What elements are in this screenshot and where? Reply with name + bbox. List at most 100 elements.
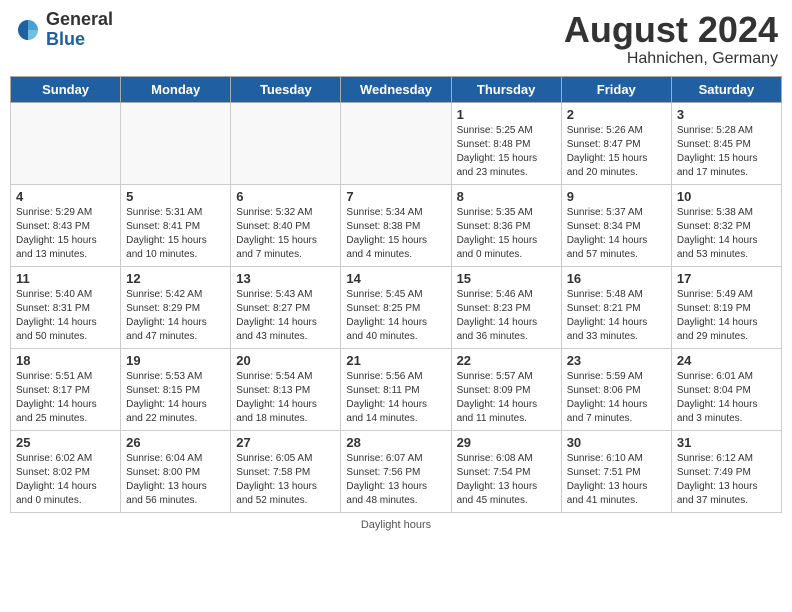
day-number: 25	[16, 435, 115, 450]
day-info: Sunrise: 5:53 AMSunset: 8:15 PMDaylight:…	[126, 370, 225, 426]
location: Hahnichen, Germany	[564, 50, 778, 68]
day-number: 22	[457, 353, 556, 368]
day-number: 23	[567, 353, 666, 368]
logo-blue: Blue	[46, 30, 113, 50]
title-block: August 2024 Hahnichen, Germany	[564, 10, 778, 68]
day-number: 20	[236, 353, 335, 368]
day-info: Sunrise: 5:40 AMSunset: 8:31 PMDaylight:…	[16, 288, 115, 344]
day-number: 19	[126, 353, 225, 368]
week-row-0: 1 Sunrise: 5:25 AMSunset: 8:48 PMDaylight…	[11, 102, 782, 184]
day-number: 3	[677, 107, 776, 122]
day-number: 26	[126, 435, 225, 450]
day-cell: 26 Sunrise: 6:04 AMSunset: 8:00 PMDayligh…	[121, 430, 231, 512]
col-header-tuesday: Tuesday	[231, 76, 341, 102]
day-info: Sunrise: 6:12 AMSunset: 7:49 PMDaylight:…	[677, 452, 776, 508]
week-row-1: 4 Sunrise: 5:29 AMSunset: 8:43 PMDaylight…	[11, 184, 782, 266]
day-info: Sunrise: 5:59 AMSunset: 8:06 PMDaylight:…	[567, 370, 666, 426]
day-cell	[11, 102, 121, 184]
day-number: 16	[567, 271, 666, 286]
day-info: Sunrise: 6:02 AMSunset: 8:02 PMDaylight:…	[16, 452, 115, 508]
day-info: Sunrise: 6:01 AMSunset: 8:04 PMDaylight:…	[677, 370, 776, 426]
day-cell: 22 Sunrise: 5:57 AMSunset: 8:09 PMDayligh…	[451, 348, 561, 430]
day-info: Sunrise: 5:42 AMSunset: 8:29 PMDaylight:…	[126, 288, 225, 344]
day-cell: 14Sunrise: 5:45 AMSunset: 8:25 PMDayligh…	[341, 266, 451, 348]
day-cell: 29Sunrise: 6:08 AMSunset: 7:54 PMDayligh…	[451, 430, 561, 512]
day-info: Sunrise: 5:28 AMSunset: 8:45 PMDaylight:…	[677, 124, 776, 180]
col-header-friday: Friday	[561, 76, 671, 102]
day-info: Sunrise: 5:45 AMSunset: 8:25 PMDaylight:…	[346, 288, 445, 344]
day-cell: 23 Sunrise: 5:59 AMSunset: 8:06 PMDayligh…	[561, 348, 671, 430]
day-number: 30	[567, 435, 666, 450]
day-number: 24	[677, 353, 776, 368]
day-number: 7	[346, 189, 445, 204]
day-cell: 3 Sunrise: 5:28 AMSunset: 8:45 PMDaylight…	[671, 102, 781, 184]
day-number: 9	[567, 189, 666, 204]
day-cell: 4 Sunrise: 5:29 AMSunset: 8:43 PMDaylight…	[11, 184, 121, 266]
calendar-table: SundayMondayTuesdayWednesdayThursdayFrid…	[10, 76, 782, 513]
day-info: Sunrise: 5:32 AMSunset: 8:40 PMDaylight:…	[236, 206, 335, 262]
col-header-sunday: Sunday	[11, 76, 121, 102]
page-header: General Blue August 2024 Hahnichen, Germ…	[10, 10, 782, 68]
day-cell: 2Sunrise: 5:26 AMSunset: 8:47 PMDaylight…	[561, 102, 671, 184]
day-info: Sunrise: 5:57 AMSunset: 8:09 PMDaylight:…	[457, 370, 556, 426]
footer: Daylight hours	[10, 519, 782, 531]
day-cell: 17 Sunrise: 5:49 AMSunset: 8:19 PMDayligh…	[671, 266, 781, 348]
day-info: Sunrise: 5:46 AMSunset: 8:23 PMDaylight:…	[457, 288, 556, 344]
day-info: Sunrise: 6:05 AMSunset: 7:58 PMDaylight:…	[236, 452, 335, 508]
day-info: Sunrise: 5:56 AMSunset: 8:11 PMDaylight:…	[346, 370, 445, 426]
day-info: Sunrise: 6:10 AMSunset: 7:51 PMDaylight:…	[567, 452, 666, 508]
day-cell: 19 Sunrise: 5:53 AMSunset: 8:15 PMDayligh…	[121, 348, 231, 430]
day-number: 12	[126, 271, 225, 286]
day-cell: 6 Sunrise: 5:32 AMSunset: 8:40 PMDaylight…	[231, 184, 341, 266]
day-cell: 12 Sunrise: 5:42 AMSunset: 8:29 PMDayligh…	[121, 266, 231, 348]
day-number: 1	[457, 107, 556, 122]
week-row-4: 25 Sunrise: 6:02 AMSunset: 8:02 PMDayligh…	[11, 430, 782, 512]
day-number: 29	[457, 435, 556, 450]
day-number: 6	[236, 189, 335, 204]
day-cell: 28Sunrise: 6:07 AMSunset: 7:56 PMDayligh…	[341, 430, 451, 512]
col-header-monday: Monday	[121, 76, 231, 102]
day-number: 31	[677, 435, 776, 450]
day-cell: 10Sunrise: 5:38 AMSunset: 8:32 PMDayligh…	[671, 184, 781, 266]
day-number: 5	[126, 189, 225, 204]
day-cell: 8Sunrise: 5:35 AMSunset: 8:36 PMDaylight…	[451, 184, 561, 266]
logo-icon	[14, 16, 42, 44]
day-cell	[121, 102, 231, 184]
day-cell: 18 Sunrise: 5:51 AMSunset: 8:17 PMDayligh…	[11, 348, 121, 430]
day-info: Sunrise: 5:43 AMSunset: 8:27 PMDaylight:…	[236, 288, 335, 344]
day-info: Sunrise: 5:29 AMSunset: 8:43 PMDaylight:…	[16, 206, 115, 262]
day-info: Sunrise: 5:51 AMSunset: 8:17 PMDaylight:…	[16, 370, 115, 426]
week-row-3: 18 Sunrise: 5:51 AMSunset: 8:17 PMDayligh…	[11, 348, 782, 430]
day-cell	[341, 102, 451, 184]
day-cell: 13 Sunrise: 5:43 AMSunset: 8:27 PMDayligh…	[231, 266, 341, 348]
day-cell: 9Sunrise: 5:37 AMSunset: 8:34 PMDaylight…	[561, 184, 671, 266]
day-number: 8	[457, 189, 556, 204]
daylight-label: Daylight hours	[361, 519, 431, 531]
day-cell: 16 Sunrise: 5:48 AMSunset: 8:21 PMDayligh…	[561, 266, 671, 348]
day-info: Sunrise: 5:31 AMSunset: 8:41 PMDaylight:…	[126, 206, 225, 262]
logo: General Blue	[14, 10, 113, 50]
day-number: 13	[236, 271, 335, 286]
day-info: Sunrise: 6:04 AMSunset: 8:00 PMDaylight:…	[126, 452, 225, 508]
day-number: 18	[16, 353, 115, 368]
day-info: Sunrise: 5:25 AMSunset: 8:48 PMDaylight:…	[457, 124, 556, 180]
week-row-2: 11Sunrise: 5:40 AMSunset: 8:31 PMDayligh…	[11, 266, 782, 348]
day-cell: 27Sunrise: 6:05 AMSunset: 7:58 PMDayligh…	[231, 430, 341, 512]
day-info: Sunrise: 5:48 AMSunset: 8:21 PMDaylight:…	[567, 288, 666, 344]
day-info: Sunrise: 6:07 AMSunset: 7:56 PMDaylight:…	[346, 452, 445, 508]
day-number: 17	[677, 271, 776, 286]
day-cell: 25 Sunrise: 6:02 AMSunset: 8:02 PMDayligh…	[11, 430, 121, 512]
day-cell	[231, 102, 341, 184]
day-number: 2	[567, 107, 666, 122]
logo-text: General Blue	[46, 10, 113, 50]
day-cell: 7Sunrise: 5:34 AMSunset: 8:38 PMDaylight…	[341, 184, 451, 266]
day-cell: 5 Sunrise: 5:31 AMSunset: 8:41 PMDaylight…	[121, 184, 231, 266]
day-number: 10	[677, 189, 776, 204]
day-number: 4	[16, 189, 115, 204]
day-info: Sunrise: 5:49 AMSunset: 8:19 PMDaylight:…	[677, 288, 776, 344]
day-cell: 21Sunrise: 5:56 AMSunset: 8:11 PMDayligh…	[341, 348, 451, 430]
day-cell: 24 Sunrise: 6:01 AMSunset: 8:04 PMDayligh…	[671, 348, 781, 430]
day-cell: 20 Sunrise: 5:54 AMSunset: 8:13 PMDayligh…	[231, 348, 341, 430]
col-header-wednesday: Wednesday	[341, 76, 451, 102]
day-info: Sunrise: 5:54 AMSunset: 8:13 PMDaylight:…	[236, 370, 335, 426]
